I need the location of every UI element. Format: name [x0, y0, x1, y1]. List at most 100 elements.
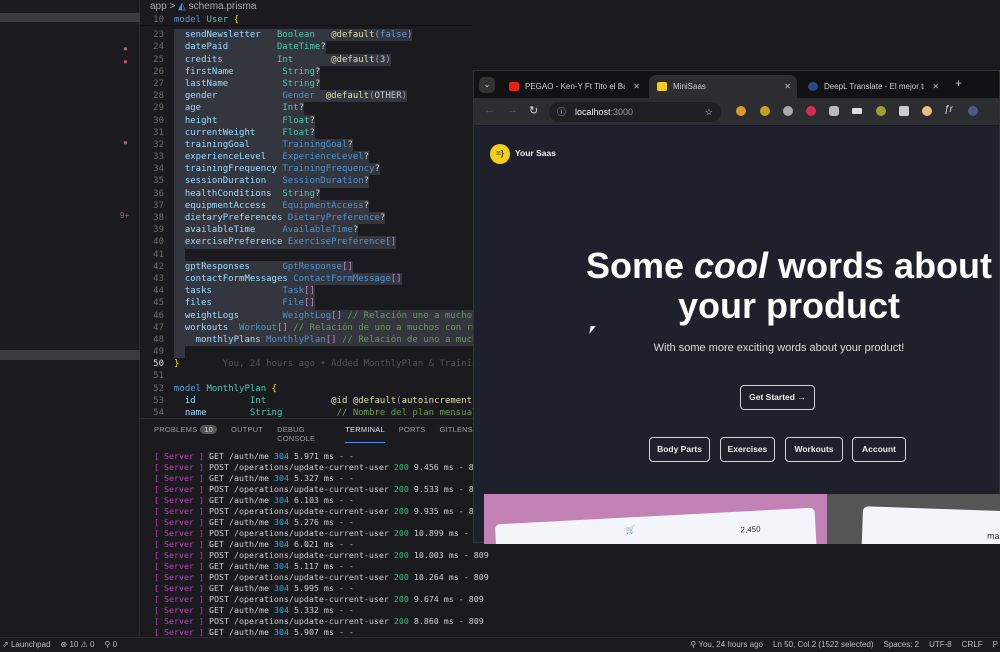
language-mode[interactable]: P — [993, 638, 998, 652]
extension-icon[interactable] — [876, 106, 886, 116]
server-label: Server — [164, 550, 194, 560]
tab-minisaas[interactable]: MiniSaas ✕ — [649, 75, 797, 98]
code-line[interactable]: 44 tasks Task[] — [140, 285, 473, 298]
cursor-position[interactable]: Ln 50, Col 2 (1522 selected) — [773, 638, 874, 652]
code-line[interactable]: 10 model User { — [140, 14, 473, 27]
saas-logo[interactable]: =} — [490, 144, 510, 164]
code-line[interactable]: 24 datePaid DateTime? — [140, 41, 473, 54]
code-line[interactable]: 51 — [140, 370, 473, 382]
code-token: trainingGoal — [174, 139, 283, 150]
code-line[interactable]: 40 exercisePreference ExercisePreference… — [140, 236, 473, 249]
address-bar[interactable]: ⓘ localhost:3000 ☆ — [549, 102, 721, 122]
panel-tab-gitlens[interactable]: GITLENS — [440, 425, 474, 443]
code-line[interactable]: 45 files File[] — [140, 297, 473, 310]
screenshot-pink: 🛒 2,450 — [484, 494, 827, 544]
line-text: workouts Workout[] // Relación de uno a … — [174, 321, 473, 334]
extension-icon[interactable] — [852, 108, 862, 114]
code-line[interactable]: 35 sessionDuration SessionDuration? — [140, 175, 473, 188]
breadcrumb-folder[interactable]: app — [150, 1, 167, 12]
code-line[interactable]: 50} You, 24 hours ago • Added MonthlyPla… — [140, 358, 473, 370]
sidebar-section-header[interactable] — [0, 350, 140, 360]
launchpad-item[interactable]: ⇗ Launchpad — [2, 638, 51, 652]
brand-name[interactable]: Your Saas — [515, 148, 556, 158]
status-code: 200 — [393, 506, 409, 516]
code-line[interactable]: 38 dietaryPreferences DietaryPreference? — [140, 212, 473, 225]
breadcrumb-file[interactable]: schema.prisma — [189, 1, 257, 12]
body-parts-button[interactable]: Body Parts — [649, 437, 710, 462]
font-extension-icon[interactable]: ƒr — [944, 104, 953, 115]
panel-tab-problems[interactable]: PROBLEMS 10 — [154, 425, 218, 443]
code-line[interactable]: 48 monthlyPlans MonthlyPlan[] // Relació… — [140, 333, 473, 347]
code-lines[interactable]: 10 model User { 23 sendNewsletter Boolean … — [140, 14, 473, 418]
get-started-button[interactable]: Get Started → — [740, 385, 815, 410]
panel-tab-terminal[interactable]: TERMINAL — [345, 425, 385, 443]
code-line[interactable]: 42 gptResponses GptResponse[] — [140, 260, 473, 273]
minisaas-favicon-icon — [657, 82, 667, 91]
extension-icon[interactable] — [922, 106, 932, 116]
code-line[interactable]: 34 trainingFrequency TrainingFrequency? — [140, 163, 473, 176]
extension-icon[interactable] — [806, 106, 816, 116]
extension-icon[interactable] — [829, 106, 839, 116]
line-number: 42 — [153, 261, 164, 272]
close-tab-icon[interactable]: ✕ — [784, 75, 791, 98]
code-token: trainingFrequency — [174, 164, 283, 175]
encoding[interactable]: UTF-8 — [929, 638, 952, 652]
close-tab-icon[interactable]: ✕ — [932, 75, 939, 98]
indentation[interactable]: Spaces: 2 — [884, 638, 920, 652]
tab-deepl[interactable]: DeepL Translate - El mejor traductor ✕ — [800, 75, 945, 98]
close-tab-icon[interactable]: ✕ — [633, 75, 640, 98]
extension-icon[interactable] — [736, 106, 746, 116]
code-line[interactable]: 43 contactFormMessages ContactFormMessag… — [140, 272, 473, 286]
code-line[interactable]: 41 — [140, 248, 473, 261]
panel-tab-ports[interactable]: PORTS — [399, 425, 426, 443]
code-line[interactable]: 37 equipmentAccess EquipmentAccess? — [140, 199, 473, 213]
code-line[interactable]: 23 sendNewsletter Boolean @default(false… — [140, 29, 473, 42]
back-icon[interactable]: ← — [484, 104, 495, 116]
panel-tab-debug-console[interactable]: DEBUG CONSOLE — [277, 425, 331, 443]
line-ending[interactable]: CRLF — [962, 638, 983, 652]
code-line[interactable]: 31 currentWeight Float? — [140, 126, 473, 139]
tab-youtube[interactable]: PEGAO - Ken-Y Ft Tito el Bambino ✕ — [501, 75, 646, 98]
workouts-button[interactable]: Workouts — [785, 437, 843, 462]
code-line[interactable]: 53 id Int @id @default(autoincrement()) — [140, 395, 473, 407]
code-line[interactable]: 33 experienceLevel ExperienceLevel? — [140, 151, 473, 164]
extension-icon[interactable] — [968, 106, 978, 116]
code-line[interactable]: 46 weightLogs WeightLog[] // Relación un… — [140, 309, 473, 322]
ports-item[interactable]: ⚲ 0 — [104, 638, 117, 652]
code-token: // Nombre del plan mensual — [336, 408, 473, 418]
tab-search-button[interactable]: ⌄ — [479, 77, 495, 93]
site-info-icon[interactable]: ⓘ — [557, 102, 566, 122]
server-label: Server — [164, 627, 194, 637]
extension-icon[interactable] — [760, 106, 770, 116]
extension-icon[interactable] — [783, 106, 793, 116]
code-line[interactable]: 28 gender Gender @default(OTHER) — [140, 90, 473, 103]
code-line[interactable]: 39 availableTime AvailableTime? — [140, 224, 473, 237]
code-line[interactable]: 25 credits Int @default(3) — [140, 53, 473, 66]
code-line[interactable]: 47 workouts Workout[] // Relación de uno… — [140, 321, 473, 334]
camera-extension-icon[interactable] — [899, 106, 909, 116]
problems-item[interactable]: ⊗ 10 ⚠ 0 — [61, 638, 95, 652]
panel-tab-output[interactable]: OUTPUT — [231, 425, 263, 443]
code-line[interactable]: 49 — [140, 346, 473, 359]
code-editor[interactable]: app > ◭ schema.prisma 10 model User {23 s… — [140, 0, 473, 418]
git-blame-item[interactable]: ⚲ You, 24 hours ago — [690, 638, 763, 652]
terminal-output[interactable]: [ Server ] GET /auth/me 304 5.971 ms - -… — [154, 451, 489, 638]
account-button[interactable]: Account — [852, 437, 906, 462]
code-line[interactable]: 29 age Int? — [140, 102, 473, 115]
new-tab-button[interactable]: + — [955, 76, 962, 90]
code-line[interactable]: 26 firstName String? — [140, 65, 473, 78]
code-line[interactable]: 32 trainingGoal TrainingGoal? — [140, 138, 473, 152]
code-token: Int — [282, 103, 299, 114]
code-line[interactable]: 36 healthConditions String? — [140, 187, 473, 200]
exercises-button[interactable]: Exercises — [720, 437, 775, 462]
code-line[interactable]: 27 lastName String? — [140, 77, 473, 91]
http-method: POST — [208, 550, 229, 560]
code-line[interactable]: 30 height Float? — [140, 114, 473, 127]
code-line[interactable]: 52 model MonthlyPlan { — [140, 383, 473, 395]
reload-icon[interactable]: ↻ — [529, 104, 538, 117]
code-token: model — [174, 383, 207, 394]
bookmark-star-icon[interactable]: ☆ — [705, 102, 713, 122]
code-token: sessionDuration — [174, 176, 283, 187]
code-line[interactable]: 54 name String // Nombre del plan mensua… — [140, 407, 473, 418]
forward-icon[interactable]: → — [507, 104, 518, 116]
